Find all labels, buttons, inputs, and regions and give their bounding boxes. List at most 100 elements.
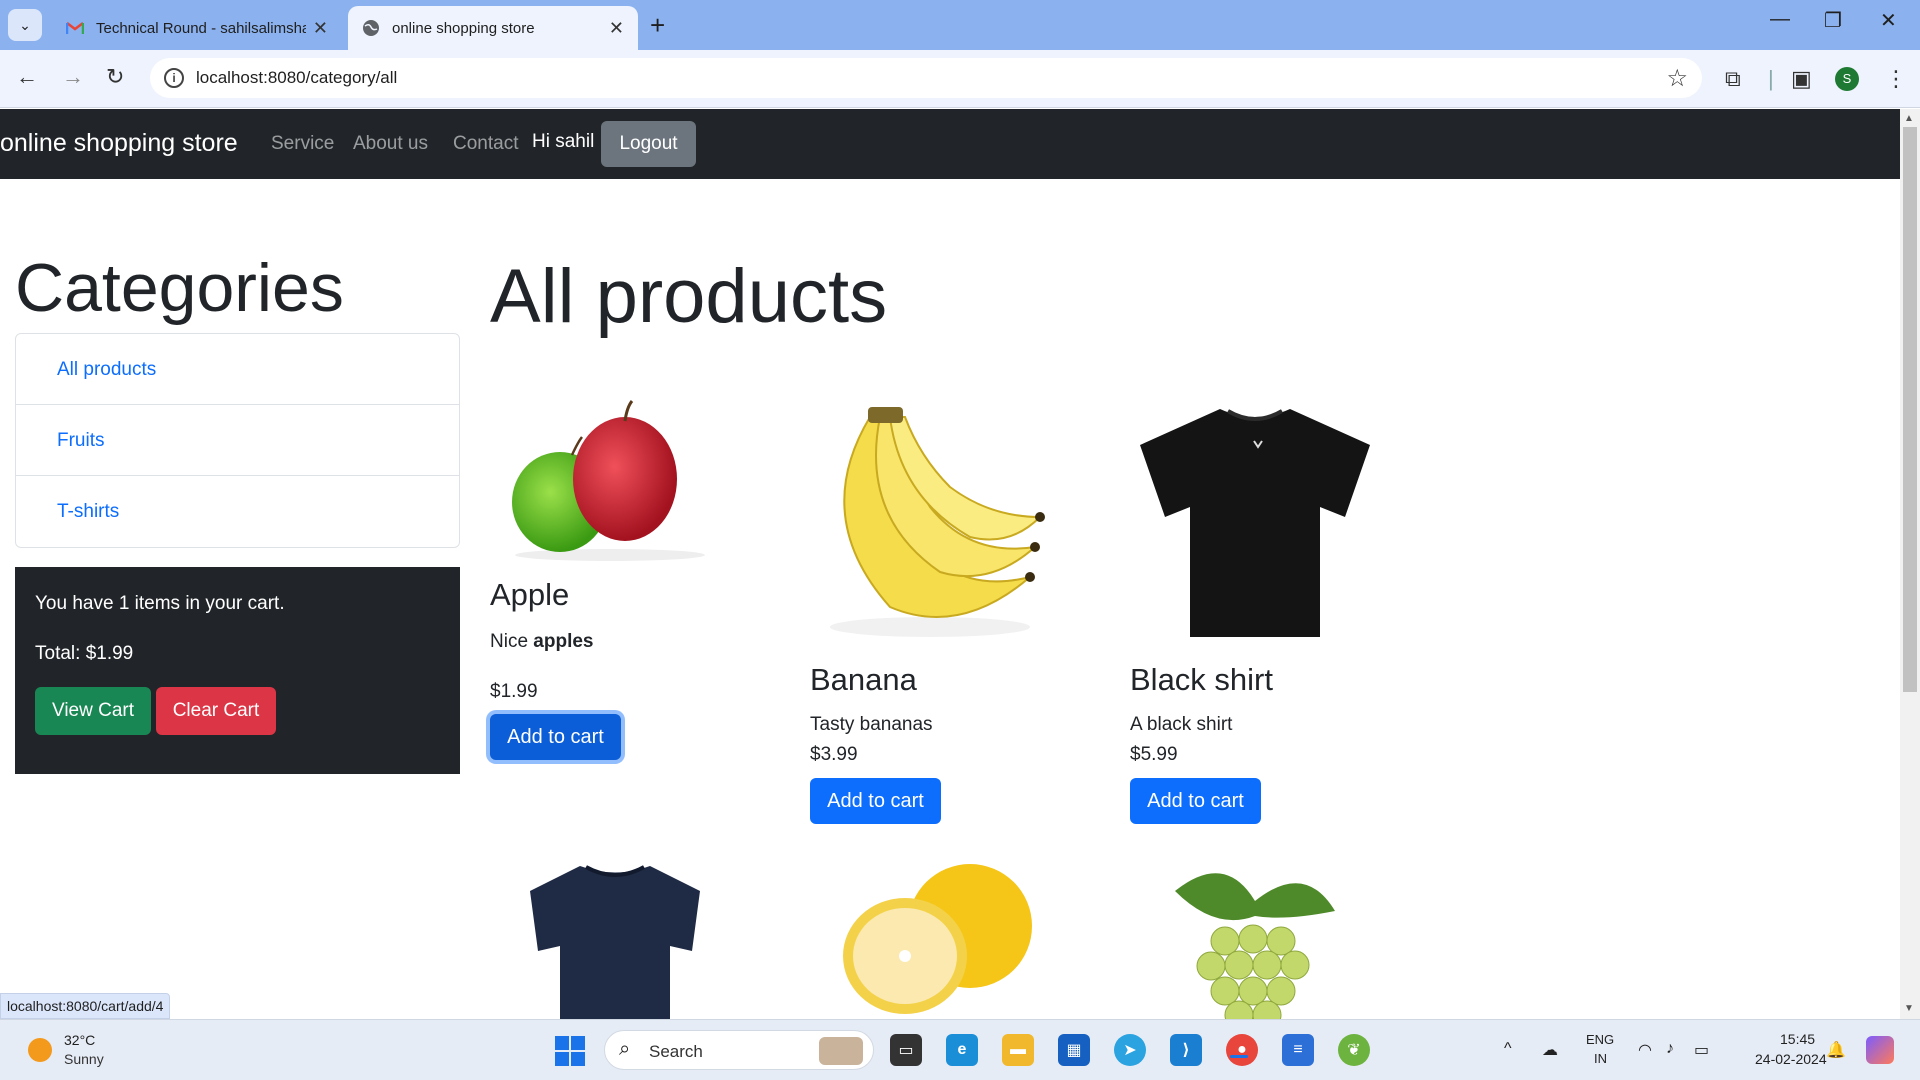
site-brand[interactable]: online shopping store	[0, 129, 238, 158]
toolbar-divider: |	[1768, 66, 1774, 91]
globe-icon	[362, 19, 380, 37]
edge-browser-icon[interactable]: e	[946, 1034, 978, 1066]
tab-title: online shopping store	[392, 19, 535, 37]
page-title: All products	[490, 254, 888, 339]
product-name[interactable]: Apple	[490, 577, 569, 613]
grapes-image	[1175, 873, 1335, 1019]
browser-menu-icon[interactable]: ⋮	[1885, 66, 1907, 92]
apple-image	[512, 400, 705, 561]
profile-avatar[interactable]: S	[1835, 67, 1859, 91]
product-description: Nice apples	[490, 631, 594, 653]
show-hidden-icons-chevron-icon[interactable]: ^	[1504, 1040, 1512, 1058]
cart-item-count: You have 1 items in your cart.	[35, 593, 285, 614]
notification-bell-icon[interactable]: 🔔	[1826, 1040, 1846, 1060]
user-greeting: Hi sahil	[532, 131, 595, 152]
taskbar-search[interactable]: ⌕ Search	[604, 1030, 874, 1070]
search-highlight-image	[819, 1037, 863, 1065]
extensions-puzzle-icon[interactable]: ⧉	[1725, 66, 1741, 92]
chrome-icon[interactable]: ●	[1226, 1034, 1258, 1066]
logout-button[interactable]: Logout	[601, 121, 696, 167]
new-tab-plus-icon[interactable]: +	[650, 10, 665, 41]
bookmark-star-icon[interactable]: ☆	[1666, 64, 1688, 93]
tab-title: Technical Round - sahilsalimsha	[96, 19, 306, 37]
url-text[interactable]: localhost:8080/category/all	[196, 68, 397, 88]
windows-start-icon[interactable]	[555, 1036, 585, 1066]
add-to-cart-button[interactable]: Add to cart	[1130, 778, 1261, 824]
clock-time[interactable]: 15:45	[1780, 1031, 1815, 1047]
browser-tab-bar: ⌄ Technical Round - sahilsalimsha ✕ onli…	[0, 0, 1920, 50]
copilot-icon[interactable]	[1866, 1036, 1894, 1064]
vscode-icon[interactable]: ⟩	[1170, 1034, 1202, 1066]
notepad-icon[interactable]: ≡	[1282, 1034, 1314, 1066]
scroll-down-arrow-icon[interactable]: ▼	[1904, 1003, 1914, 1014]
taskbar-search-label: Search	[649, 1042, 703, 1061]
view-cart-button[interactable]: View Cart	[35, 687, 151, 735]
active-app-indicator	[1230, 1055, 1248, 1058]
tab-gmail[interactable]: Technical Round - sahilsalimsha ✕	[52, 6, 342, 50]
cart-summary: You have 1 items in your cart. Total: $1…	[15, 567, 460, 774]
category-fruits[interactable]: Fruits	[16, 405, 459, 476]
file-explorer-icon[interactable]: ▬	[1002, 1034, 1034, 1066]
microsoft-store-icon[interactable]: ▦	[1058, 1034, 1090, 1066]
add-to-cart-button[interactable]: Add to cart	[810, 778, 941, 824]
category-list: All products Fruits T-shirts	[15, 333, 460, 548]
address-bar[interactable]: i localhost:8080/category/all ☆	[150, 58, 1702, 98]
tab-search-chevron-icon[interactable]: ⌄	[8, 9, 42, 41]
clock-date[interactable]: 24-02-2024	[1755, 1051, 1827, 1067]
product-description-text: Nice	[490, 631, 534, 652]
windows-taskbar: 32°C Sunny ⌕ Search ▭ e ▬ ▦ ➤ ⟩ ● ≡ ❦	[0, 1019, 1920, 1080]
product-description: A black shirt	[1130, 714, 1233, 735]
spring-tool-suite-icon[interactable]: ❦	[1338, 1034, 1370, 1066]
product-description-bold: apples	[533, 631, 594, 652]
product-price: $1.99	[490, 681, 538, 702]
page-viewport: online shopping store Service About us C…	[0, 109, 1900, 1019]
product-price: $3.99	[810, 744, 858, 765]
category-t-shirts[interactable]: T-shirts	[16, 476, 459, 547]
nav-link-contact[interactable]: Contact	[453, 133, 518, 155]
minimize-icon[interactable]: —	[1770, 8, 1790, 31]
gmail-icon	[66, 19, 84, 37]
forward-arrow-icon[interactable]: →	[62, 64, 84, 90]
add-to-cart-button[interactable]: Add to cart	[490, 714, 621, 760]
nav-link-service[interactable]: Service	[271, 133, 334, 155]
reload-icon[interactable]: ↻	[106, 64, 124, 90]
categories-heading: Categories	[15, 250, 344, 326]
input-language[interactable]: ENG	[1586, 1032, 1614, 1047]
input-region[interactable]: IN	[1594, 1051, 1607, 1066]
nav-link-about-us[interactable]: About us	[353, 133, 428, 155]
wifi-icon[interactable]: ◠	[1638, 1040, 1652, 1060]
search-icon: ⌕	[619, 1038, 631, 1060]
site-info-icon[interactable]: i	[164, 68, 184, 88]
browser-toolbar: ← → ↻ i localhost:8080/category/all ☆ ⧉ …	[0, 50, 1920, 108]
tab-shopping-store[interactable]: online shopping store ✕	[348, 6, 638, 50]
page-scrollbar[interactable]: ▲ ▼	[1900, 109, 1920, 1019]
link-status-bubble: localhost:8080/cart/add/4	[0, 993, 171, 1019]
navy-shirt-image	[530, 865, 700, 1019]
site-navbar: online shopping store Service About us C…	[0, 109, 1900, 179]
clear-cart-button[interactable]: Clear Cart	[156, 687, 276, 735]
task-view-icon[interactable]: ▭	[890, 1034, 922, 1066]
weather-temperature[interactable]: 32°C	[64, 1032, 95, 1048]
telegram-icon[interactable]: ➤	[1114, 1034, 1146, 1066]
onedrive-cloud-icon[interactable]: ☁	[1542, 1040, 1558, 1060]
product-name[interactable]: Black shirt	[1130, 662, 1273, 698]
scroll-up-arrow-icon[interactable]: ▲	[1904, 113, 1914, 124]
volume-icon[interactable]: ♪	[1666, 1040, 1674, 1058]
product-name[interactable]: Banana	[810, 662, 917, 698]
scrollbar-thumb[interactable]	[1903, 127, 1917, 692]
black-shirt-image	[1140, 409, 1370, 637]
restore-icon[interactable]: ❐	[1824, 8, 1842, 33]
product-description: Tasty bananas	[810, 714, 933, 735]
back-arrow-icon[interactable]: ←	[16, 64, 38, 90]
close-tab-icon[interactable]: ✕	[609, 18, 624, 39]
category-all-products[interactable]: All products	[16, 334, 459, 405]
cart-total: Total: $1.99	[35, 643, 134, 664]
weather-condition[interactable]: Sunny	[64, 1051, 104, 1067]
sun-weather-icon[interactable]	[28, 1038, 52, 1062]
product-price: $5.99	[1130, 744, 1178, 765]
banana-image	[830, 407, 1045, 637]
close-window-icon[interactable]: ✕	[1880, 8, 1897, 33]
side-panel-icon[interactable]: ▣	[1791, 66, 1812, 92]
close-tab-icon[interactable]: ✕	[313, 18, 328, 39]
battery-icon[interactable]: ▭	[1694, 1040, 1709, 1060]
